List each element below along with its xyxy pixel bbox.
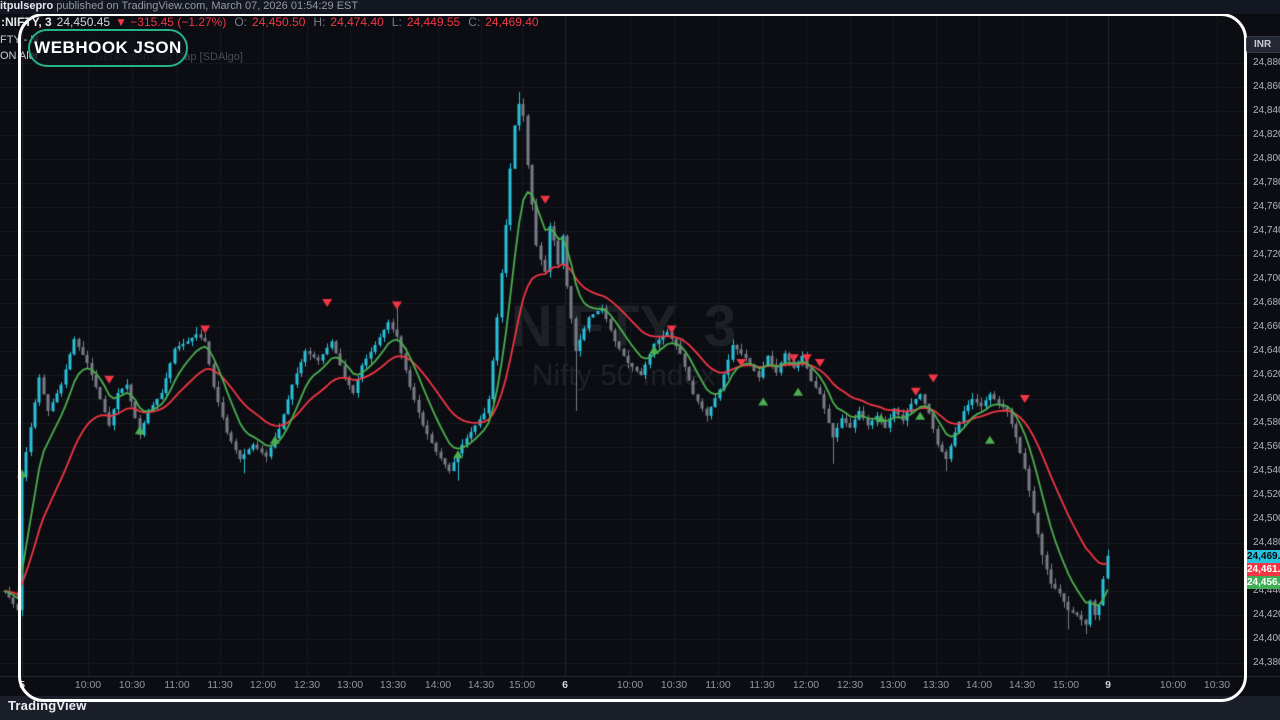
price-axis-label: 24,720.00 (1253, 249, 1280, 261)
time-axis-label: 10:00 (1160, 679, 1186, 691)
price-axis-label: 24,660.00 (1253, 321, 1280, 333)
last-price-tag: 24,469.40 (1244, 550, 1280, 563)
price-axis-label: 24,520.00 (1253, 489, 1280, 501)
attribution-bar: itpulsepro published on TradingView.com,… (0, 0, 1280, 14)
low-label: L: (392, 15, 402, 29)
price-axis-label: 24,780.00 (1253, 177, 1280, 189)
time-axis-label: 14:00 (966, 679, 992, 691)
fast-ma-price-tag: 24,456. (1244, 576, 1280, 589)
last-price: 24,450.45 (57, 15, 110, 29)
time-axis-label: 13:30 (923, 679, 949, 691)
time-axis-label: 10:30 (119, 679, 145, 691)
time-axis-day-label: 5 (19, 679, 25, 691)
time-axis-label: 10:30 (1204, 679, 1230, 691)
price-axis-label: 24,880.00 (1253, 57, 1280, 69)
price-axis-label: 24,400.00 (1253, 633, 1280, 645)
time-axis-label: 12:00 (793, 679, 819, 691)
time-axis-day-label: 6 (562, 679, 568, 691)
attribution-username: itpulsepro (0, 0, 53, 12)
time-axis-label: 12:30 (837, 679, 863, 691)
time-axis-label: 11:30 (749, 679, 775, 691)
price-axis-label: 24,500.00 (1253, 513, 1280, 525)
high-label: H: (313, 15, 325, 29)
slow-ma-price-tag: 24,461. (1244, 563, 1280, 576)
bottom-strip (0, 696, 1280, 720)
price-axis-label: 24,580.00 (1253, 417, 1280, 429)
price-axis-label: 24,640.00 (1253, 345, 1280, 357)
close-label: C: (468, 15, 480, 29)
close-value: 24,469.40 (485, 15, 538, 29)
symbol-name: :NIFTY, 3 (1, 15, 52, 29)
time-axis-label: 14:30 (468, 679, 494, 691)
time-axis-label: 12:30 (294, 679, 320, 691)
price-axis-label: 24,560.00 (1253, 441, 1280, 453)
attribution-text: published on TradingView.com, March 07, … (53, 0, 358, 12)
webhook-json-badge-label: WEBHOOK JSON (34, 38, 182, 58)
time-axis-label: 10:00 (75, 679, 101, 691)
symbol-ohlc-bar: :NIFTY, 3 24,450.45 ▼ −315.45 (−1.27%) O… (1, 15, 539, 29)
low-value: 24,449.55 (407, 15, 460, 29)
time-axis-label: 14:30 (1009, 679, 1035, 691)
price-axis-label: 24,740.00 (1253, 225, 1280, 237)
time-axis-label: 13:00 (880, 679, 906, 691)
price-axis-label: 24,760.00 (1253, 201, 1280, 213)
time-axis-label: 11:00 (164, 679, 190, 691)
time-axis-label: 11:00 (705, 679, 731, 691)
time-axis-day-label: 9 (1105, 679, 1111, 691)
price-axis-label: 24,620.00 (1253, 369, 1280, 381)
price-axis-label: 24,540.00 (1253, 465, 1280, 477)
price-axis-label: 24,420.00 (1253, 609, 1280, 621)
open-label: O: (234, 15, 247, 29)
price-axis-label: 24,600.00 (1253, 393, 1280, 405)
price-axis-label: 24,820.00 (1253, 129, 1280, 141)
price-axis-label: 24,680.00 (1253, 297, 1280, 309)
time-axis-label: 15:00 (1053, 679, 1079, 691)
price-axis-label: 24,480.00 (1253, 537, 1280, 549)
time-axis-label: 14:00 (425, 679, 451, 691)
tradingview-snapshot: { "attribution": { "user": "itpulsepro",… (0, 0, 1280, 720)
open-value: 24,450.50 (252, 15, 305, 29)
price-chart-canvas[interactable] (0, 0, 1280, 720)
time-axis-label: 15:00 (509, 679, 535, 691)
price-axis-label: 24,840.00 (1253, 105, 1280, 117)
time-axis-label: 10:00 (617, 679, 643, 691)
price-axis-label: 24,860.00 (1253, 81, 1280, 93)
price-axis-label: 24,700.00 (1253, 273, 1280, 285)
price-axis-label: 24,800.00 (1253, 153, 1280, 165)
time-axis-label: 12:00 (250, 679, 276, 691)
time-axis-label: 10:30 (661, 679, 687, 691)
price-axis-label: 24,380.00 (1253, 657, 1280, 669)
high-value: 24,474.40 (330, 15, 383, 29)
time-axis-label: 11:30 (207, 679, 233, 691)
time-axis-label: 13:30 (380, 679, 406, 691)
price-change: ▼ −315.45 (−1.27%) (115, 15, 226, 29)
webhook-json-badge[interactable]: WEBHOOK JSON (28, 29, 188, 67)
time-axis-label: 13:00 (337, 679, 363, 691)
currency-button[interactable]: INR (1246, 36, 1280, 53)
tradingview-logo[interactable]: TradingView (8, 698, 87, 713)
